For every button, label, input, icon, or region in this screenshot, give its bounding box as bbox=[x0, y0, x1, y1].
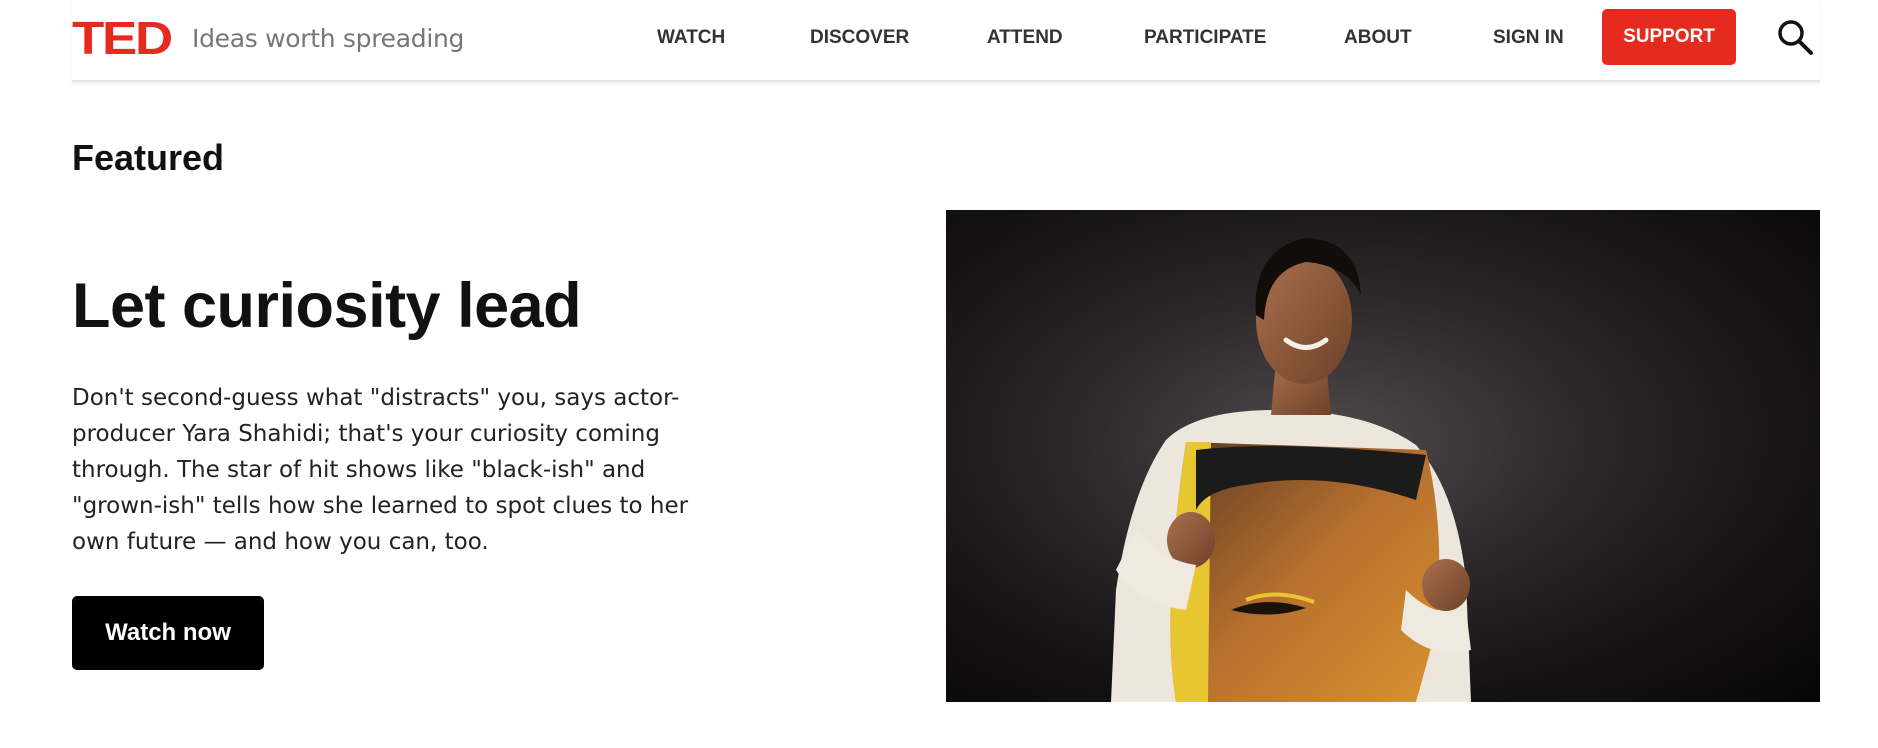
support-button[interactable]: SUPPORT bbox=[1602, 9, 1736, 65]
nav-item-discover[interactable]: DISCOVER bbox=[810, 27, 909, 49]
featured-talk-image[interactable] bbox=[946, 210, 1820, 702]
ted-logo[interactable]: TED bbox=[72, 15, 173, 61]
speaker-photo bbox=[946, 210, 1820, 702]
featured-description: Don't second-guess what "distracts" you,… bbox=[72, 385, 689, 555]
featured-headline[interactable]: Let curiosity lead bbox=[72, 270, 582, 342]
nav-item-attend[interactable]: ATTEND bbox=[987, 27, 1063, 49]
nav-item-participate[interactable]: PARTICIPATE bbox=[1144, 27, 1266, 49]
section-title: Featured bbox=[72, 137, 225, 178]
search-icon[interactable] bbox=[1776, 18, 1814, 56]
tagline: Ideas worth spreading bbox=[192, 24, 465, 53]
nav-item-watch[interactable]: WATCH bbox=[657, 27, 725, 49]
nav-item-about[interactable]: ABOUT bbox=[1344, 27, 1412, 49]
nav-item-sign-in[interactable]: SIGN IN bbox=[1493, 27, 1564, 49]
site-header: TED Ideas worth spreading WATCH DISCOVER… bbox=[72, 0, 1820, 82]
watch-now-button[interactable]: Watch now bbox=[72, 596, 264, 670]
